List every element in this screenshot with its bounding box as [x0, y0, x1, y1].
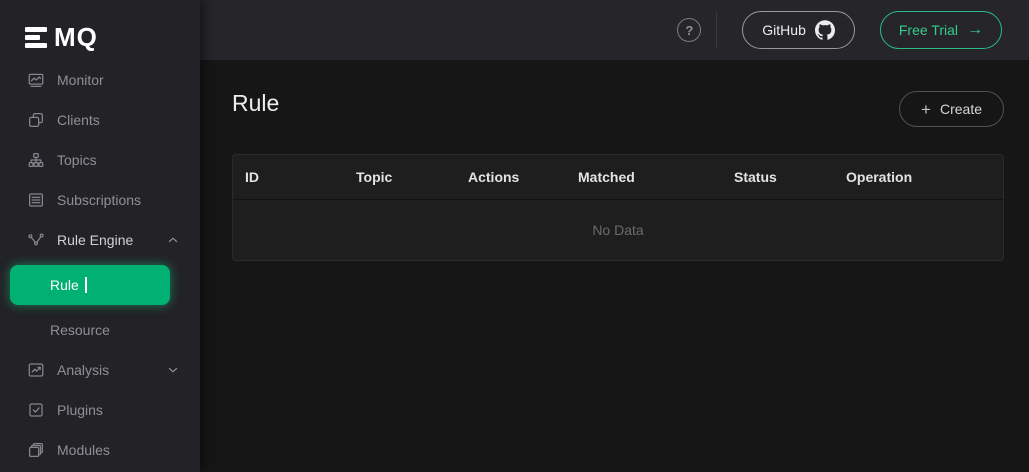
sidebar-item-topics[interactable]: Topics	[0, 140, 200, 180]
topbar-divider	[716, 12, 717, 48]
sidebar-item-subscriptions[interactable]: Subscriptions	[0, 180, 200, 220]
sidebar-item-label: Monitor	[57, 72, 104, 88]
chevron-down-icon	[166, 363, 180, 377]
question-icon: ?	[685, 23, 693, 38]
modules-icon	[27, 441, 45, 459]
empty-state-text: No Data	[592, 222, 643, 238]
rule-table: ID Topic Actions Matched Status Operatio…	[232, 154, 1004, 261]
sidebar-item-label: Rule Engine	[57, 232, 133, 248]
table-header-row: ID Topic Actions Matched Status Operatio…	[233, 155, 1003, 200]
sidebar-item-analysis[interactable]: Analysis	[0, 350, 200, 390]
table-header-topic: Topic	[344, 169, 456, 185]
text-cursor	[85, 277, 87, 293]
sidebar-item-label: Subscriptions	[57, 192, 141, 208]
page-title: Rule	[232, 90, 279, 117]
sidebar: MQ Monitor Clients Topics	[0, 0, 200, 472]
main-content: Rule + Create ID Topic Actions Matched S…	[200, 60, 1029, 472]
free-trial-button[interactable]: Free Trial →	[880, 11, 1002, 49]
emq-logo-e-icon	[25, 27, 47, 48]
plugins-icon	[27, 401, 45, 419]
subscriptions-icon	[27, 191, 45, 209]
topics-icon	[27, 151, 45, 169]
topbar: ? GitHub Free Trial →	[200, 0, 1029, 60]
sidebar-item-label: Modules	[57, 442, 110, 458]
clients-icon	[27, 111, 45, 129]
help-button[interactable]: ?	[677, 18, 701, 42]
emq-logo[interactable]: MQ	[0, 0, 200, 60]
monitor-icon	[27, 71, 45, 89]
sidebar-item-plugins[interactable]: Plugins	[0, 390, 200, 430]
arrow-right-icon: →	[967, 22, 983, 38]
table-header-matched: Matched	[566, 169, 722, 185]
table-header-id: ID	[233, 169, 344, 185]
sidebar-subitem-resource[interactable]: Resource	[0, 310, 200, 350]
sidebar-menu: Monitor Clients Topics Subscriptions	[0, 60, 200, 470]
table-header-status: Status	[722, 169, 834, 185]
sidebar-item-label: Clients	[57, 112, 100, 128]
sidebar-item-label: Plugins	[57, 402, 103, 418]
github-octocat-icon	[815, 20, 835, 40]
sidebar-item-label: Topics	[57, 152, 97, 168]
sidebar-item-modules[interactable]: Modules	[0, 430, 200, 470]
create-button[interactable]: + Create	[899, 91, 1004, 127]
sidebar-item-rule-engine[interactable]: Rule Engine	[0, 220, 200, 260]
free-trial-label: Free Trial	[899, 22, 958, 38]
sidebar-subitem-label: Rule	[50, 277, 79, 293]
sidebar-item-clients[interactable]: Clients	[0, 100, 200, 140]
sidebar-subitem-rule[interactable]: Rule	[10, 265, 170, 305]
chevron-up-icon	[166, 233, 180, 247]
sidebar-item-label: Analysis	[57, 362, 109, 378]
table-empty-row: No Data	[233, 200, 1003, 260]
analysis-icon	[27, 361, 45, 379]
sidebar-subitem-label: Resource	[50, 322, 110, 338]
table-header-actions: Actions	[456, 169, 566, 185]
plus-icon: +	[921, 101, 931, 118]
sidebar-item-monitor[interactable]: Monitor	[0, 60, 200, 100]
table-header-operation: Operation	[834, 169, 1003, 185]
github-button-label: GitHub	[762, 22, 806, 38]
emq-logo-text: MQ	[54, 24, 98, 50]
create-button-label: Create	[940, 101, 982, 117]
emqx-dashboard: ? GitHub Free Trial → MQ Monitor	[0, 0, 1029, 472]
github-button[interactable]: GitHub	[742, 11, 855, 49]
rule-engine-icon	[27, 231, 45, 249]
